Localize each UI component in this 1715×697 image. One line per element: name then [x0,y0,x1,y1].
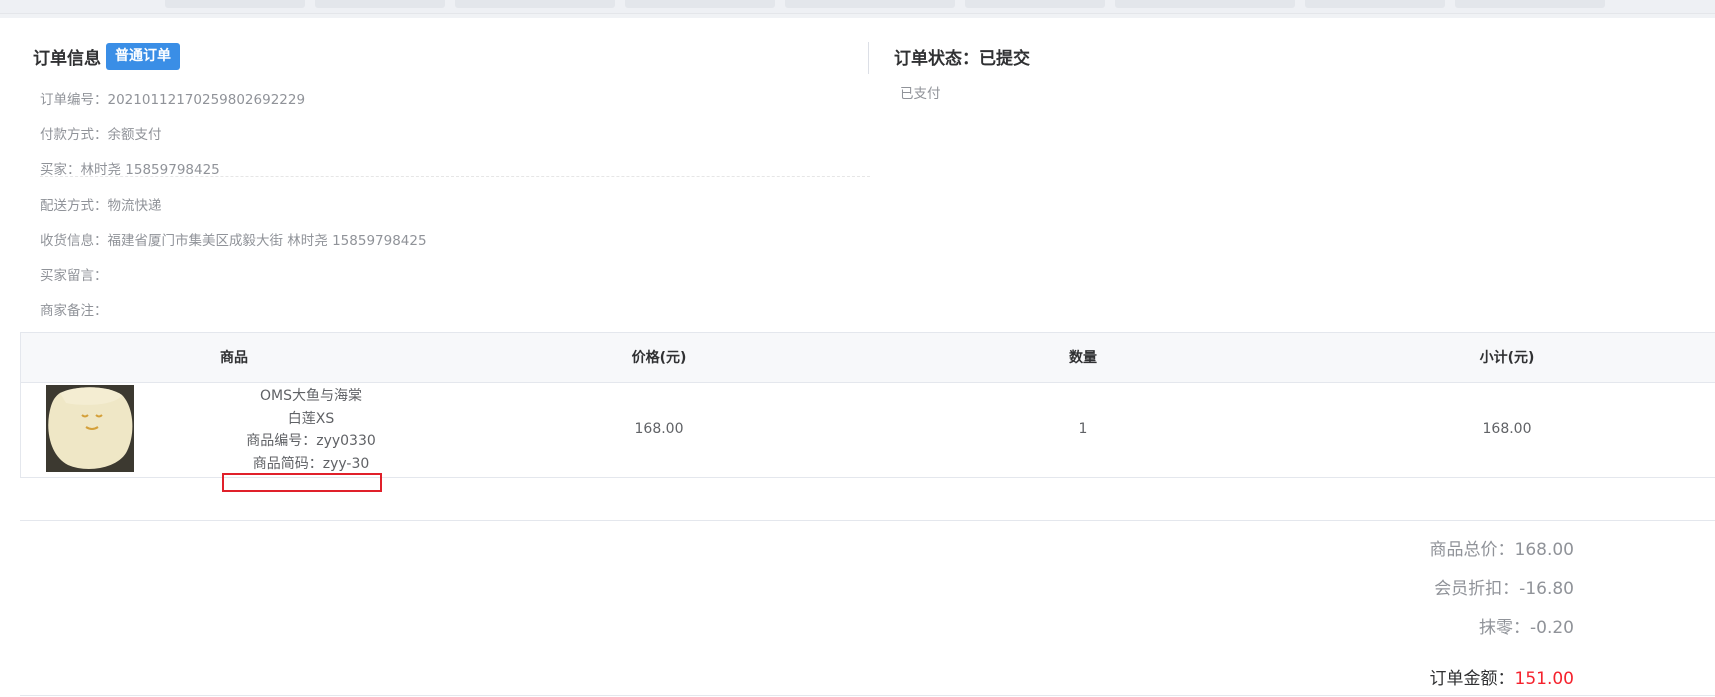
order-type-tag: 普通订单 [106,42,180,70]
short-code-highlight [222,473,382,492]
buyer-info: 买家：林时尧 15859798425 [40,162,220,178]
order-status-title: 订单状态：已提交 [894,48,1030,69]
shipping-info: 收货信息：福建省厦门市集美区成毅大街 林时尧 15859798425 [40,233,427,249]
delivery-method: 配送方式：物流快递 [40,198,162,214]
order-info-heading: 订单信息 普通订单 [33,42,871,70]
order-amount: 订单金额：151.00 [1430,664,1574,689]
product-name[interactable]: OMS大鱼与海棠 [161,385,461,408]
column-header-price: 价格(元) [631,350,687,366]
buyer-message: 买家留言： [40,268,108,284]
order-status-section: 订单状态：已提交 [894,42,1030,70]
order-number: 订单编号：20210112170259802692229 [40,92,306,108]
column-header-subtotal: 小计(元) [1479,350,1535,366]
section-divider [868,42,869,74]
cell-price: 168.00 [634,421,684,437]
rounding-off: 抹零：-0.20 [1479,618,1574,638]
cell-quantity: 1 [1078,421,1088,437]
goods-table: 商品 价格(元) 数量 小计(元) OMS大鱼与海棠 白莲XS 商品编号：zyy… [20,332,1715,478]
order-amount-label: 订单金额： [1429,669,1515,689]
cell-subtotal: 168.00 [1482,421,1532,437]
summary-divider-top [20,520,1715,521]
payment-method: 付款方式：余额支付 [40,127,162,143]
column-header-quantity: 数量 [1069,350,1097,366]
summary-divider-bottom [20,695,1715,696]
product-short-code: 商品简码：zyy-30 [252,455,370,472]
table-row: OMS大鱼与海棠 白莲XS 商品编号：zyy0330 商品简码：zyy-30 1… [21,383,1715,478]
payment-status: 已支付 [900,86,941,102]
merchant-note: 商家备注： [40,303,108,319]
order-amount-value: 151.00 [1514,669,1574,689]
product-code: 商品编号：zyy0330 [246,433,376,449]
product-thumbnail[interactable] [46,385,134,472]
product-details: OMS大鱼与海棠 白莲XS 商品编号：zyy0330 商品简码：zyy-30 [161,385,461,475]
order-info-title: 订单信息 [33,48,101,69]
goods-total: 商品总价：168.00 [1429,540,1574,560]
column-header-goods: 商品 [220,350,248,366]
dashed-divider [40,176,870,177]
product-spec: 白莲XS [287,410,335,427]
order-info-section: 订单信息 普通订单 [33,42,871,70]
top-tab-strip [0,0,1715,14]
table-header: 商品 价格(元) 数量 小计(元) [21,333,1715,383]
product-photo-icon [46,385,134,472]
member-discount: 会员折扣：-16.80 [1434,579,1574,599]
order-detail-card: 订单信息 普通订单 订单编号：20210112170259802692229 付… [0,18,1715,697]
